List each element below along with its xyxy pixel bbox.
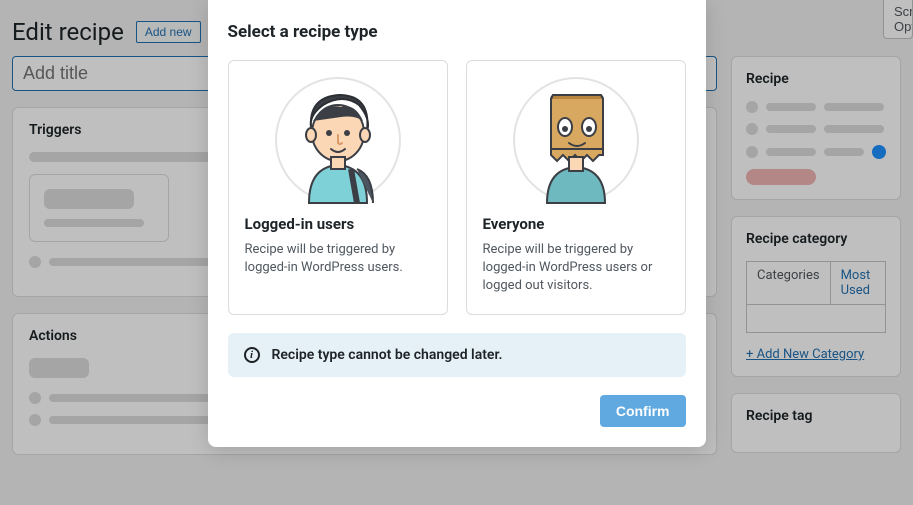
confirm-button[interactable]: Confirm: [600, 395, 686, 427]
card-title: Logged-in users: [245, 215, 431, 233]
card-desc: Recipe will be triggered by logged-in Wo…: [245, 241, 431, 277]
info-icon: i: [244, 347, 260, 363]
recipe-type-modal: Select a recipe type: [208, 0, 706, 447]
anonymous-user-icon: [511, 75, 641, 205]
modal-notice: i Recipe type cannot be changed later.: [228, 333, 686, 377]
card-desc: Recipe will be triggered by logged-in Wo…: [483, 241, 669, 296]
card-title: Everyone: [483, 215, 669, 233]
recipe-type-logged-in[interactable]: Logged-in users Recipe will be triggered…: [228, 60, 448, 315]
logged-in-user-icon: [273, 75, 403, 205]
modal-heading: Select a recipe type: [228, 22, 686, 42]
recipe-type-everyone[interactable]: Everyone Recipe will be triggered by log…: [466, 60, 686, 315]
notice-text: Recipe type cannot be changed later.: [272, 347, 503, 363]
